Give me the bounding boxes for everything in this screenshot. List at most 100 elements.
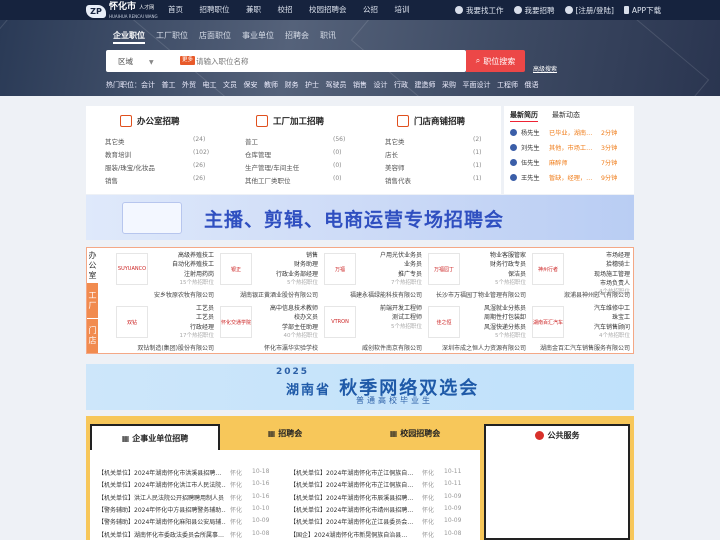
tab-public-unit[interactable]: 事业单位: [242, 30, 274, 44]
job-title[interactable]: 高级养殖技工: [172, 251, 214, 260]
hot-word[interactable]: 财务: [285, 80, 299, 90]
tab-enterprise[interactable]: 企业职位: [113, 30, 145, 44]
hot-word[interactable]: 外贸: [182, 80, 196, 90]
job-title[interactable]: 风湿就业分拣员: [484, 304, 526, 313]
news-row[interactable]: 王先生 暂缺，经理，… 9分钟: [510, 173, 617, 182]
nav-campus[interactable]: 校招: [278, 0, 293, 20]
company-card[interactable]: 万福 户用光伏业务员 业务员 推广专员 7个热招职位 福建永福绿能科技有限公司: [321, 248, 425, 300]
company-name[interactable]: 威创软件南京有限公司: [321, 343, 425, 352]
find-job-link[interactable]: 我要找工作: [455, 5, 504, 16]
hot-word[interactable]: 普工: [162, 80, 176, 90]
job-title[interactable]: 市场负责人: [594, 279, 630, 288]
category-item[interactable]: 销售代表 (1): [385, 175, 485, 185]
job-title[interactable]: 工艺员: [180, 313, 214, 322]
company-card[interactable]: 双钻 工艺员 工艺员 行政经理 17个热招职位 双钻制造(集团)股份有限公司: [113, 301, 217, 353]
nav-training[interactable]: 培训: [395, 0, 410, 20]
job-title[interactable]: 风湿快递分拣员: [484, 323, 526, 332]
job-title[interactable]: 财务助理: [276, 260, 318, 269]
app-download-link[interactable]: APP下载: [623, 5, 661, 16]
category-item[interactable]: 生产管理/车间主任 (0): [245, 162, 345, 172]
nav-public-exam[interactable]: 公招: [363, 0, 378, 20]
job-title[interactable]: 汽车维修中工: [594, 304, 630, 313]
company-card[interactable]: 万福园丁 物业客服管家 财务行政专员 保洁员 5个热招职位 长沙市万福园丁物业管理有限公司: [425, 248, 529, 300]
job-title[interactable]: 销售: [276, 251, 318, 260]
tab-latest-news[interactable]: 最新动态: [552, 110, 580, 122]
job-title[interactable]: 推广专员: [380, 270, 422, 279]
tab-job-fair[interactable]: ▦ 招聘会: [220, 416, 350, 450]
tab-factory[interactable]: 工厂职位: [156, 30, 188, 44]
tab-enterprise-public[interactable]: ▦ 企事业单位招聘: [90, 424, 220, 450]
notice-row[interactable]: 【机关单位】2024年湖南怀化市辰溪县招聘… 怀化 10-09: [290, 493, 461, 502]
nav-campus-fair[interactable]: 校园招聘会: [309, 0, 347, 20]
category-item[interactable]: 美容师 (1): [385, 162, 485, 172]
company-name[interactable]: 溆浦县神州慰气有限公司: [529, 290, 633, 299]
hot-word[interactable]: 行政: [394, 80, 408, 90]
advanced-search-link[interactable]: 高级搜索: [533, 64, 557, 73]
category-item[interactable]: 普工 (56): [245, 136, 345, 146]
job-title[interactable]: 自动化养殖技工: [172, 260, 214, 269]
category-item[interactable]: 其它类 (2): [385, 136, 485, 146]
news-row[interactable]: 杨先生 已毕业，湖南… 2分钟: [510, 128, 617, 137]
job-title[interactable]: 市场经理: [594, 251, 630, 260]
category-store-title[interactable]: 门店商铺招聘: [397, 115, 465, 127]
notice-row[interactable]: 【机关单位】湖南怀化市委政法委员会所属事… 怀化 10-08: [98, 530, 269, 539]
job-title[interactable]: 行政业务部经理: [276, 270, 318, 279]
tab-news[interactable]: 职讯: [320, 30, 336, 44]
notice-row[interactable]: 【机关单位】洪江人民法院公开招聘聘用制人员 怀化 10-16: [98, 493, 269, 502]
job-title[interactable]: 拾穗骑士: [594, 260, 630, 269]
job-title[interactable]: 校办文员: [270, 313, 318, 322]
hire-link[interactable]: 我要招聘: [513, 5, 555, 16]
hot-word[interactable]: 保安: [244, 80, 258, 90]
category-factory-title[interactable]: 工厂加工招聘: [256, 115, 324, 127]
category-item[interactable]: 其他工厂类职位 (0): [245, 175, 345, 185]
hot-word[interactable]: 采购: [442, 80, 456, 90]
hot-word[interactable]: 护士: [305, 80, 319, 90]
company-name[interactable]: 湖南银正黄酒业股份有限公司: [217, 290, 321, 299]
company-card[interactable]: 神州行者 市场经理 拾穗骑士 现场施工管理 市场负责人 4个热招职位 溆浦县神州慰气有限公司: [529, 248, 633, 300]
category-item[interactable]: 店长 (1): [385, 149, 485, 159]
job-title[interactable]: 前端开发工程师: [380, 304, 422, 313]
company-name[interactable]: 福建永福绿能科技有限公司: [321, 290, 425, 299]
hot-word[interactable]: 教师: [264, 80, 278, 90]
nav-parttime[interactable]: 兼职: [246, 0, 261, 20]
news-row[interactable]: 伍先生 麻醉师 7分钟: [510, 158, 617, 167]
category-item[interactable]: 服装/珠宝/化妆品 (26): [105, 162, 205, 172]
company-name[interactable]: 深圳市成之恒人力资源有限公司: [425, 343, 529, 352]
notice-row[interactable]: 【机关单位】2024年湖南怀化市芷江侗族自… 怀化 10-11: [290, 468, 461, 477]
site-logo[interactable]: ZP 怀化市 人才网 HUAIHUA RENCAI WANG: [86, 3, 158, 20]
category-item[interactable]: 仓库管理 (0): [245, 149, 345, 159]
side-tab-office[interactable]: 办公室: [87, 248, 98, 283]
job-title[interactable]: 物业客服管家: [490, 251, 526, 260]
notice-row[interactable]: 【机关单位】2024年湖南怀化洪江市人民法院… 怀化 10-16: [98, 480, 269, 489]
hot-word[interactable]: 销售: [353, 80, 367, 90]
company-card[interactable]: 佳之恒 风湿就业分拣员 周期性打包装卸 风湿快递分拣员 5个热招职位 深圳市成之恒人力资源…: [425, 301, 529, 353]
company-name[interactable]: 长沙市万福园丁物业管理有限公司: [425, 290, 529, 299]
side-tab-store[interactable]: 门店: [87, 318, 98, 353]
company-name[interactable]: 湖南金百汇汽车销售服务有限公司: [529, 343, 633, 352]
ecommerce-fair-banner[interactable]: 主播、剪辑、电商运营专场招聘会: [86, 195, 634, 240]
nav-jobs[interactable]: 招聘职位: [200, 0, 230, 20]
notice-row[interactable]: 【国企】2024湖南怀化市新晃侗族自治县… 怀化 10-08: [290, 530, 461, 539]
job-title[interactable]: 周期性打包装卸: [484, 313, 526, 322]
job-title[interactable]: 户用光伏业务员: [380, 251, 422, 260]
category-office-title[interactable]: 办公室招聘: [120, 115, 180, 127]
autumn-fair-banner[interactable]: 2025 湖南省 秋季网络双选会 普通高校毕业生: [86, 364, 634, 410]
job-title[interactable]: 汽车销售顾问: [594, 323, 630, 332]
tab-job-fair[interactable]: 招聘会: [285, 30, 309, 44]
company-card[interactable]: VTRON 前端开发工程师 测试工程师 5个热招职位 威创软件南京有限公司: [321, 301, 425, 353]
nav-home[interactable]: 首页: [168, 0, 183, 20]
region-select[interactable]: 区域 ▼: [118, 56, 154, 67]
job-title[interactable]: 测试工程师: [380, 313, 422, 322]
job-title[interactable]: 高中信息技术教师: [270, 304, 318, 313]
notice-row[interactable]: 【机关单位】2024年湖南怀化市靖州县招聘… 怀化 10-09: [290, 505, 461, 514]
company-card[interactable]: 湖南百汇汽车 汽车维修中工 珠宝工 汽车销售顾问 4个热招职位 湖南金百汇汽车销售服务有限…: [529, 301, 633, 353]
category-item[interactable]: 其它类 (24): [105, 136, 205, 146]
notice-row[interactable]: 【警务辅助】2024年湖南怀化麻阳县公安局辅… 怀化 10-09: [98, 517, 269, 526]
notice-row[interactable]: 【警务辅助】2024年怀化中方县招聘警务辅助… 怀化 10-10: [98, 505, 269, 514]
job-title[interactable]: 保洁员: [490, 270, 526, 279]
notice-row[interactable]: 【机关单位】2024年湖南怀化芷江县委员会… 怀化 10-09: [290, 517, 461, 526]
notice-row[interactable]: 【机关单位】2024年湖南怀化市洪溪县招聘… 怀化 10-18: [98, 468, 269, 477]
job-title[interactable]: 现场施工管理: [594, 270, 630, 279]
job-title[interactable]: 工艺员: [180, 304, 214, 313]
hot-word[interactable]: 文员: [223, 80, 237, 90]
